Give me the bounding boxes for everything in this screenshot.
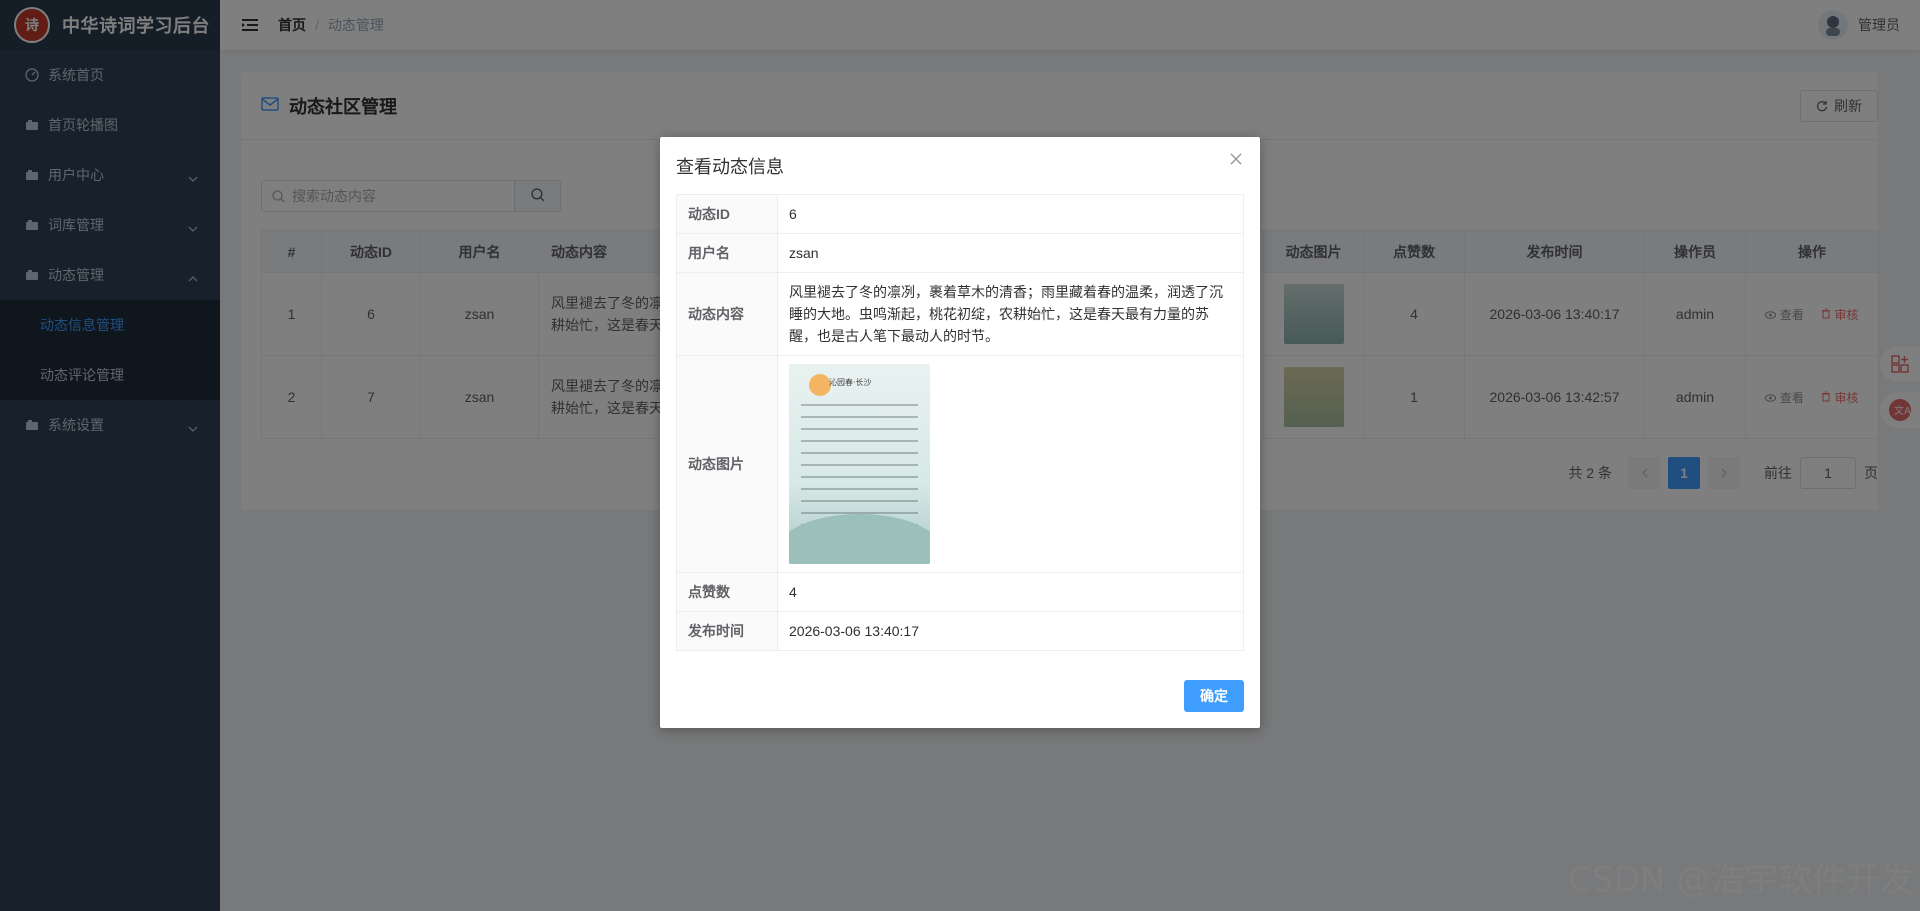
detail-value: zsan bbox=[777, 233, 1244, 273]
detail-value: 2026-03-06 13:40:17 bbox=[777, 611, 1244, 651]
close-icon[interactable] bbox=[1228, 151, 1244, 167]
detail-label: 点赞数 bbox=[676, 572, 778, 612]
detail-label: 用户名 bbox=[676, 233, 778, 273]
sun-shape bbox=[809, 374, 831, 396]
detail-label: 动态ID bbox=[676, 194, 778, 234]
detail-row: 动态ID 6 bbox=[676, 194, 1244, 234]
detail-row: 发布时间 2026-03-06 13:40:17 bbox=[676, 611, 1244, 651]
poem-title: 沁园春·长沙 bbox=[829, 378, 872, 387]
detail-label: 动态图片 bbox=[676, 355, 778, 573]
hill-shape bbox=[789, 514, 930, 564]
detail-row: 点赞数 4 bbox=[676, 572, 1244, 612]
detail-value: 风里褪去了冬的凛冽，裹着草木的清香；雨里藏着春的温柔，润透了沉睡的大地。虫鸣渐起… bbox=[777, 272, 1244, 356]
feed-image[interactable]: 沁园春·长沙 bbox=[789, 364, 930, 564]
detail-label: 动态内容 bbox=[676, 272, 778, 356]
detail-value: 6 bbox=[777, 194, 1244, 234]
detail-image-cell: 沁园春·长沙 bbox=[777, 355, 1244, 573]
confirm-button[interactable]: 确定 bbox=[1184, 680, 1244, 712]
detail-row: 动态内容 风里褪去了冬的凛冽，裹着草木的清香；雨里藏着春的温柔，润透了沉睡的大地… bbox=[676, 272, 1244, 356]
detail-table: 动态ID 6 用户名 zsan 动态内容 风里褪去了冬的凛冽，裹着草木的清香；雨… bbox=[676, 194, 1244, 651]
detail-row: 用户名 zsan bbox=[676, 233, 1244, 273]
detail-label: 发布时间 bbox=[676, 611, 778, 651]
dialog-title: 查看动态信息 bbox=[676, 157, 784, 177]
detail-row: 动态图片 沁园春·长沙 bbox=[676, 355, 1244, 573]
detail-value: 4 bbox=[777, 572, 1244, 612]
view-feed-dialog: 查看动态信息 动态ID 6 用户名 zsan 动态内容 风里褪去了冬的凛冽，裹着… bbox=[660, 137, 1260, 728]
